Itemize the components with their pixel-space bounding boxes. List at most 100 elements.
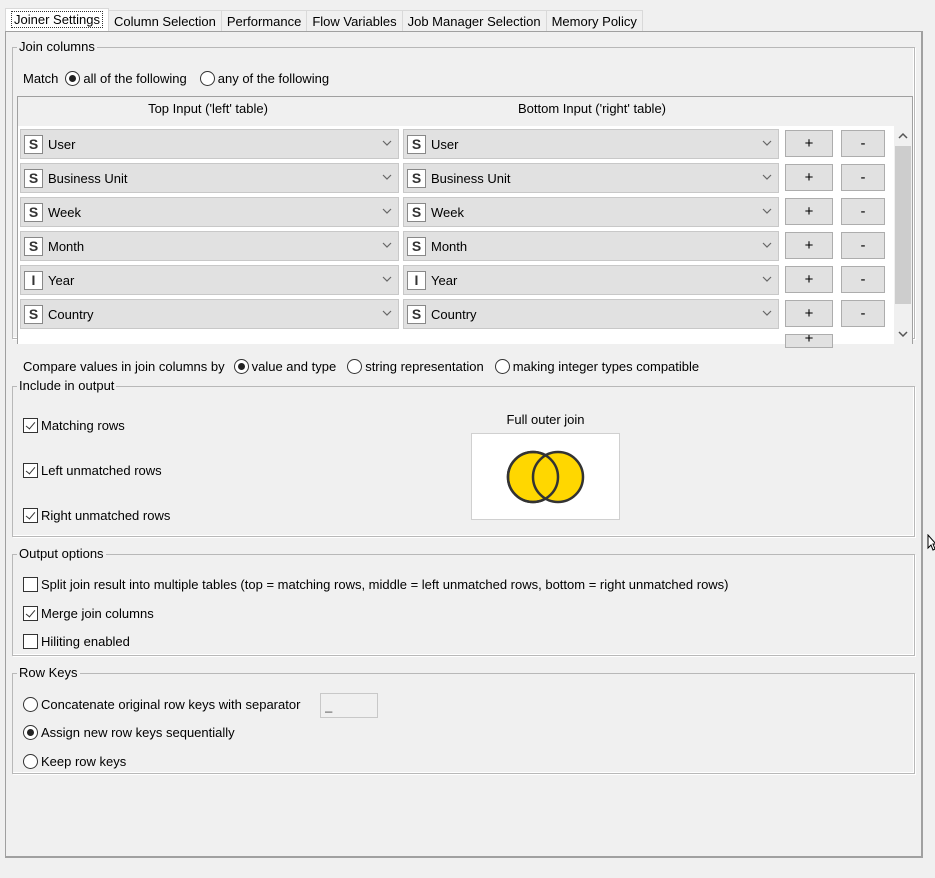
select-value: User bbox=[431, 136, 459, 152]
chevron-down-icon bbox=[762, 276, 772, 282]
add-row-button[interactable]: + bbox=[785, 198, 833, 225]
scroll-up-icon[interactable] bbox=[897, 130, 909, 142]
add-row-button[interactable]: + bbox=[785, 300, 833, 327]
select-value: Year bbox=[48, 272, 75, 288]
remove-row-button[interactable]: - bbox=[841, 130, 885, 157]
checkbox[interactable] bbox=[23, 508, 38, 523]
checkbox[interactable] bbox=[23, 418, 38, 433]
left-unmatched-checkbox[interactable]: Left unmatched rows bbox=[23, 463, 162, 478]
tab-label: Memory Policy bbox=[551, 14, 637, 29]
right-column-select[interactable]: I Year bbox=[403, 265, 779, 295]
right-column-select[interactable]: S User bbox=[403, 129, 779, 159]
integer-type-icon: I bbox=[24, 270, 43, 290]
left-column-select[interactable]: S Country bbox=[20, 299, 399, 329]
add-row-button[interactable]: + bbox=[785, 130, 833, 157]
radio-button[interactable] bbox=[23, 725, 38, 740]
compare-value-type-radio[interactable]: value and type bbox=[233, 359, 337, 374]
radio-button[interactable] bbox=[494, 359, 510, 374]
radio-button[interactable] bbox=[233, 359, 249, 374]
remove-row-button[interactable]: - bbox=[841, 266, 885, 293]
mouse-cursor-icon bbox=[927, 534, 935, 551]
tab-bar: Joiner Settings Column Selection Perform… bbox=[5, 8, 643, 31]
tab-job-manager-selection[interactable]: Job Manager Selection bbox=[401, 10, 547, 31]
right-column-select[interactable]: S Week bbox=[403, 197, 779, 227]
string-type-icon: S bbox=[407, 134, 426, 154]
keep-row-keys-radio[interactable]: Keep row keys bbox=[23, 754, 126, 769]
remove-row-button[interactable]: - bbox=[841, 198, 885, 225]
include-output-group: Include in output Matching rows Left unm… bbox=[12, 379, 915, 537]
add-row-button[interactable]: + bbox=[785, 266, 833, 293]
separator-input[interactable] bbox=[320, 693, 378, 718]
tab-performance[interactable]: Performance bbox=[220, 10, 308, 31]
tab-column-selection[interactable]: Column Selection bbox=[108, 10, 222, 31]
radio-label: string representation bbox=[365, 359, 484, 374]
right-column-select[interactable]: S Country bbox=[403, 299, 779, 329]
add-row-button[interactable]: + bbox=[785, 334, 833, 348]
include-output-legend: Include in output bbox=[19, 378, 115, 393]
left-column-select[interactable]: S Business Unit bbox=[20, 163, 399, 193]
checkbox-label: Left unmatched rows bbox=[41, 463, 162, 478]
radio-button[interactable] bbox=[23, 697, 38, 712]
chevron-down-icon bbox=[382, 276, 392, 282]
checkbox[interactable] bbox=[23, 463, 38, 478]
tab-label: Job Manager Selection bbox=[407, 14, 541, 29]
hiliting-checkbox[interactable]: Hiliting enabled bbox=[23, 634, 130, 649]
compare-integer-radio[interactable]: making integer types compatible bbox=[494, 359, 699, 374]
right-column-select[interactable]: S Month bbox=[403, 231, 779, 261]
left-column-select[interactable]: S Month bbox=[20, 231, 399, 261]
radio-button[interactable] bbox=[65, 71, 81, 86]
radio-label: value and type bbox=[251, 359, 337, 374]
add-row-button[interactable]: + bbox=[785, 232, 833, 259]
select-value: Week bbox=[431, 204, 464, 220]
match-all-radio[interactable]: all of the following bbox=[65, 71, 187, 86]
scroll-down-icon[interactable] bbox=[897, 328, 909, 340]
radio-button[interactable] bbox=[23, 754, 38, 769]
checkbox-label: Merge join columns bbox=[41, 606, 154, 621]
left-column-select[interactable]: I Year bbox=[20, 265, 399, 295]
radio-button[interactable] bbox=[347, 359, 363, 374]
tab-flow-variables[interactable]: Flow Variables bbox=[306, 10, 403, 31]
remove-row-button[interactable]: - bbox=[841, 164, 885, 191]
vertical-scrollbar[interactable] bbox=[894, 126, 912, 344]
scrollbar-thumb[interactable] bbox=[895, 146, 911, 304]
chevron-down-icon bbox=[382, 140, 392, 146]
assign-sequential-keys-radio[interactable]: Assign new row keys sequentially bbox=[23, 725, 235, 740]
checkbox[interactable] bbox=[23, 577, 38, 592]
checkbox-label: Hiliting enabled bbox=[41, 634, 130, 649]
tab-joiner-settings[interactable]: Joiner Settings bbox=[5, 8, 109, 31]
checkbox[interactable] bbox=[23, 606, 38, 621]
string-type-icon: S bbox=[24, 202, 43, 222]
matching-rows-checkbox[interactable]: Matching rows bbox=[23, 418, 125, 433]
compare-string-radio[interactable]: string representation bbox=[347, 359, 484, 374]
left-column-select[interactable]: S User bbox=[20, 129, 399, 159]
compare-row: Compare values in join columns by value … bbox=[23, 359, 699, 374]
tab-memory-policy[interactable]: Memory Policy bbox=[545, 10, 643, 31]
add-row-button[interactable]: + bbox=[785, 164, 833, 191]
row-keys-group: Row Keys Concatenate original row keys w… bbox=[12, 666, 915, 774]
remove-row-button[interactable]: - bbox=[841, 232, 885, 259]
radio-button[interactable] bbox=[199, 71, 215, 86]
split-result-checkbox[interactable]: Split join result into multiple tables (… bbox=[23, 577, 729, 592]
merge-join-columns-checkbox[interactable]: Merge join columns bbox=[23, 606, 154, 621]
concatenate-keys-radio[interactable]: Concatenate original row keys with separ… bbox=[23, 697, 300, 712]
remove-row-button[interactable]: - bbox=[841, 300, 885, 327]
chevron-down-icon bbox=[762, 242, 772, 248]
select-value: Year bbox=[431, 272, 458, 288]
left-table-header: Top Input ('left' table) bbox=[148, 101, 268, 116]
tab-label: Flow Variables bbox=[312, 14, 397, 29]
compare-label: Compare values in join columns by bbox=[23, 359, 225, 374]
match-label: Match bbox=[23, 71, 59, 86]
string-type-icon: S bbox=[407, 202, 426, 222]
left-column-select[interactable]: S Week bbox=[20, 197, 399, 227]
match-any-radio[interactable]: any of the following bbox=[199, 71, 329, 86]
tab-label: Column Selection bbox=[114, 14, 216, 29]
radio-label: Concatenate original row keys with separ… bbox=[41, 697, 301, 712]
right-column-select[interactable]: S Business Unit bbox=[403, 163, 779, 193]
string-type-icon: S bbox=[24, 236, 43, 256]
tab-label: Performance bbox=[226, 14, 302, 29]
right-unmatched-checkbox[interactable]: Right unmatched rows bbox=[23, 508, 170, 523]
chevron-down-icon bbox=[382, 174, 392, 180]
tab-label: Joiner Settings bbox=[11, 11, 103, 28]
row-keys-legend: Row Keys bbox=[19, 665, 78, 680]
checkbox[interactable] bbox=[23, 634, 38, 649]
